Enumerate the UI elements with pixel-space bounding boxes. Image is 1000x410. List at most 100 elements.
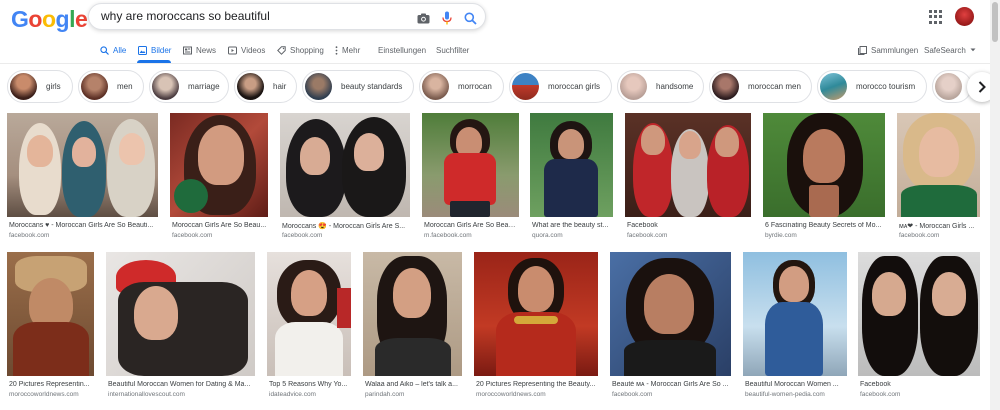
tab-label: Videos [241,45,266,55]
result-source: facebook.com [899,232,940,239]
image-result[interactable]: Walaa and Aiko – let's talk a... parinda… [363,252,462,398]
result-source: beautiful-women-pedia.com [745,391,825,398]
tab-einstellungen[interactable]: Einstellungen [378,44,426,56]
tab-mehr[interactable]: Mehr [335,44,360,56]
chip-thumbnail [81,73,108,100]
chip-thumbnail [712,73,739,100]
safesearch-menu[interactable]: SafeSearch [924,44,976,56]
result-thumbnail [610,252,731,376]
camera-icon[interactable] [415,10,431,26]
result-caption: Facebook [627,222,658,229]
chip-label: handsome [656,82,694,91]
tab-news[interactable]: News [183,44,216,56]
result-thumbnail [7,113,158,217]
result-source: parindah.com [365,391,405,398]
microphone-icon[interactable] [439,10,455,26]
logo-letter: o [28,6,42,32]
result-caption: Top 5 Reasons Why Yo... [269,381,348,388]
result-source: facebook.com [282,232,323,239]
chip-label: moroccan men [748,82,801,91]
tab-label: Suchfilter [436,45,470,55]
result-caption: Moroccans 😍 - Moroccan Girls Are S... [282,223,406,230]
account-avatar[interactable] [955,7,974,26]
search-tabs: Alle Bilder News Videos Shopping Mehr Ei… [0,44,1000,64]
result-thumbnail [422,113,519,217]
chip-label: hair [273,82,287,91]
result-caption: 20 Pictures Representing the Beauty... [476,381,596,388]
result-source: idateadvice.com [269,391,316,398]
chip-marriage[interactable]: marriage [149,70,229,103]
chip-thumbnail [10,73,37,100]
tab-bilder[interactable]: Bilder [138,44,171,56]
result-source: byrdie.com [765,232,797,239]
tab-videos[interactable]: Videos [228,44,265,56]
tab-suchfilter[interactable]: Suchfilter [436,44,469,56]
chevron-right-icon [978,81,986,93]
chip-moroccan-men[interactable]: moroccan men [709,70,812,103]
result-source: internationallovescout.com [108,391,185,398]
more-vert-icon [335,45,338,55]
image-result[interactable]: Moroccan Girls Are So Beaut... m.faceboo… [422,113,519,239]
result-caption: Beauté ᴍᴀ - Moroccan Girls Are So ... [612,381,729,388]
image-result[interactable]: Moroccan Girls Are So Beau... facebook.c… [170,113,268,239]
chip-label: morrocan [458,82,492,91]
image-result[interactable]: ᴍᴀ❤ - Moroccan Girls ... facebook.com [897,113,980,239]
search-icon[interactable] [462,10,478,26]
image-result[interactable]: Moroccans ♥ - Moroccan Girls Are So Beau… [7,113,158,239]
image-icon [138,45,147,55]
chip-morocco-tourism[interactable]: morocco tourism [817,70,927,103]
chip-morrocan[interactable]: morrocan [419,70,504,103]
result-source: m.facebook.com [424,232,472,239]
chip-beauty-standards[interactable]: beauty standards [302,70,414,103]
result-caption: 6 Fascinating Beauty Secrets of Mo... [765,222,882,229]
image-result[interactable]: Moroccans 😍 - Moroccan Girls Are S... fa… [280,113,410,239]
image-result[interactable]: Facebook facebook.com [625,113,751,239]
image-result[interactable]: 6 Fascinating Beauty Secrets of Mo... by… [763,113,885,239]
chip-thumbnail [152,73,179,100]
result-thumbnail [363,252,462,376]
chip-label: moroccan girls [548,82,601,91]
chip-men[interactable]: men [78,70,144,103]
tag-icon [277,45,286,55]
result-thumbnail [106,252,255,376]
tab-alle[interactable]: Alle [100,44,126,56]
collections-link[interactable]: Sammlungen [858,44,918,56]
result-caption: Moroccans ♥ - Moroccan Girls Are So Beau… [9,222,154,229]
image-result[interactable]: Beautiful Moroccan Women ... beautiful-w… [743,252,847,398]
chevron-down-icon [970,48,976,52]
result-source: facebook.com [860,391,901,398]
chip-handsome[interactable]: handsome [617,70,704,103]
chip-moroccan-girls[interactable]: moroccan girls [509,70,612,103]
image-result[interactable]: 20 Pictures Representin... moroccoworldn… [7,252,94,398]
image-result[interactable]: What are the beauty st... quora.com [530,113,613,239]
search-box[interactable] [88,3,486,30]
chip-partial[interactable] [932,70,972,103]
result-caption: What are the beauty st... [532,222,609,229]
result-thumbnail [897,113,980,217]
chip-hair[interactable]: hair [234,70,297,103]
result-source: moroccoworldnews.com [9,391,79,398]
scrollbar-thumb[interactable] [992,2,998,42]
image-result[interactable]: Facebook facebook.com [858,252,980,398]
result-thumbnail [474,252,598,376]
result-source: quora.com [532,232,563,239]
result-thumbnail [267,252,351,376]
search-input[interactable] [101,9,401,23]
chip-thumbnail [935,73,962,100]
chip-label: morocco tourism [856,82,916,91]
image-result[interactable]: Beauté ᴍᴀ - Moroccan Girls Are So ... fa… [610,252,731,398]
tab-shopping[interactable]: Shopping [277,44,324,56]
result-caption: Beautiful Moroccan Women ... [745,381,839,388]
tab-label: Bilder [151,45,172,55]
apps-grid-icon[interactable] [929,10,943,24]
image-result[interactable]: 20 Pictures Representing the Beauty... m… [474,252,598,398]
chip-thumbnail [422,73,449,100]
tab-label: Sammlungen [871,45,919,55]
chip-girls[interactable]: girls [7,70,73,103]
page-scrollbar[interactable] [990,0,1000,410]
image-result[interactable]: Beautiful Moroccan Women for Dating & Ma… [106,252,255,398]
image-result[interactable]: Top 5 Reasons Why Yo... idateadvice.com [267,252,351,398]
tab-label: Shopping [290,45,324,55]
google-logo[interactable]: Google [11,6,88,33]
chip-thumbnail [512,73,539,100]
